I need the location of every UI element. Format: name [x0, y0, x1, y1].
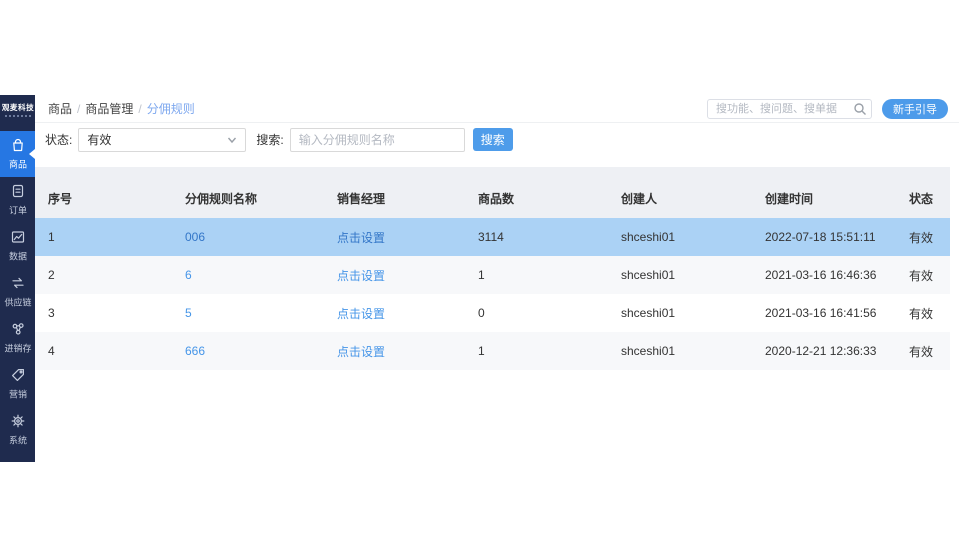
- bag-icon: [10, 137, 26, 153]
- sales-manager-setup-link[interactable]: 点击设置: [337, 305, 478, 322]
- breadcrumb-item[interactable]: 商品: [48, 102, 72, 116]
- table-row[interactable]: 3 5 点击设置 0 shceshi01 2021-03-16 16:41:56…: [35, 294, 950, 332]
- status-badge: 有效: [909, 267, 950, 284]
- logo-tagline: [5, 115, 31, 117]
- cell-created-at: 2022-07-18 15:51:11: [765, 230, 909, 244]
- rule-name-link[interactable]: 5: [185, 306, 337, 320]
- column-header-rule-name: 分佣规则名称: [185, 190, 337, 207]
- table-header-row: 序号 分佣规则名称 销售经理 商品数 创建人 创建时间 状态: [35, 167, 950, 218]
- cell-product-count: 1: [478, 268, 621, 282]
- global-search-input[interactable]: [707, 99, 872, 119]
- sidebar-item-label: 进销存: [4, 341, 31, 355]
- breadcrumb-bar: 商品 / 商品管理 / 分佣规则 新手引导: [35, 95, 959, 123]
- inventory-icon: [10, 321, 26, 337]
- supply-chain-icon: [10, 275, 26, 291]
- column-header-status: 状态: [909, 190, 950, 207]
- sidebar-item-supply-chain[interactable]: 供应链: [0, 269, 35, 315]
- rule-name-link[interactable]: 6: [185, 268, 337, 282]
- sidebar-item-label: 数据: [9, 249, 27, 263]
- sidebar-item-orders[interactable]: 订单: [0, 177, 35, 223]
- status-select[interactable]: 有效: [78, 128, 246, 152]
- cell-index: 1: [48, 230, 185, 244]
- breadcrumb-separator: /: [138, 102, 141, 116]
- table-row[interactable]: 1 006 点击设置 3114 shceshi01 2022-07-18 15:…: [35, 218, 950, 256]
- cell-product-count: 3114: [478, 230, 621, 244]
- sidebar-item-label: 营销: [9, 387, 27, 401]
- cell-creator: shceshi01: [621, 230, 765, 244]
- settings-icon: [10, 413, 26, 429]
- cell-created-at: 2020-12-21 12:36:33: [765, 344, 909, 358]
- chart-icon: [10, 229, 26, 245]
- cell-index: 2: [48, 268, 185, 282]
- rule-search-input[interactable]: [290, 128, 465, 152]
- marketing-icon: [10, 367, 26, 383]
- rule-search-label: 搜索:: [256, 131, 283, 148]
- sidebar-nav: 商品 订单 数据 供应链 进销存 营销: [0, 131, 35, 453]
- breadcrumb-separator: /: [77, 102, 80, 116]
- cell-creator: shceshi01: [621, 306, 765, 320]
- sidebar-item-inventory[interactable]: 进销存: [0, 315, 35, 361]
- rule-name-link[interactable]: 006: [185, 230, 337, 244]
- column-header-created-at: 创建时间: [765, 190, 909, 207]
- cell-creator: shceshi01: [621, 268, 765, 282]
- search-button[interactable]: 搜索: [473, 128, 513, 151]
- global-search: [707, 99, 872, 119]
- column-header-product-count: 商品数: [478, 190, 621, 207]
- sidebar-item-marketing[interactable]: 营销: [0, 361, 35, 407]
- sidebar-item-label: 订单: [9, 203, 27, 217]
- cell-index: 4: [48, 344, 185, 358]
- breadcrumb: 商品 / 商品管理 / 分佣规则: [48, 95, 195, 123]
- cell-created-at: 2021-03-16 16:41:56: [765, 306, 909, 320]
- cell-created-at: 2021-03-16 16:46:36: [765, 268, 909, 282]
- sidebar-item-goods[interactable]: 商品: [0, 131, 35, 177]
- logo: 观麦科技: [0, 95, 35, 123]
- breadcrumb-item-current: 分佣规则: [147, 102, 195, 116]
- cell-index: 3: [48, 306, 185, 320]
- newbie-guide-button[interactable]: 新手引导: [882, 99, 948, 119]
- commission-rules-table: 序号 分佣规则名称 销售经理 商品数 创建人 创建时间 状态 1 006 点击设…: [35, 167, 950, 370]
- status-select-value: 有效: [87, 131, 111, 148]
- cell-creator: shceshi01: [621, 344, 765, 358]
- search-icon[interactable]: [853, 102, 867, 116]
- sidebar: 观麦科技 商品 订单 数据 供应链 进销存: [0, 95, 35, 462]
- sidebar-item-label: 商品: [9, 157, 27, 171]
- table-row[interactable]: 4 666 点击设置 1 shceshi01 2020-12-21 12:36:…: [35, 332, 950, 370]
- breadcrumb-item[interactable]: 商品管理: [85, 102, 133, 116]
- sidebar-item-label: 供应链: [4, 295, 31, 309]
- cell-product-count: 0: [478, 306, 621, 320]
- sales-manager-setup-link[interactable]: 点击设置: [337, 267, 478, 284]
- status-label: 状态:: [45, 131, 72, 148]
- sidebar-item-system[interactable]: 系统: [0, 407, 35, 453]
- status-badge: 有效: [909, 343, 950, 360]
- column-header-sales-manager: 销售经理: [337, 190, 478, 207]
- status-badge: 有效: [909, 305, 950, 322]
- column-header-creator: 创建人: [621, 190, 765, 207]
- filter-bar: 状态: 有效 搜索: 搜索: [35, 123, 959, 156]
- sales-manager-setup-link[interactable]: 点击设置: [337, 229, 478, 246]
- sales-manager-setup-link[interactable]: 点击设置: [337, 343, 478, 360]
- chevron-down-icon: [227, 135, 237, 145]
- sidebar-item-data[interactable]: 数据: [0, 223, 35, 269]
- cell-product-count: 1: [478, 344, 621, 358]
- main-content: 商品 / 商品管理 / 分佣规则 新手引导 状态: 有效 搜索: 搜索 序号 分佣规则名…: [35, 95, 959, 370]
- logo-text: 观麦科技: [1, 102, 33, 112]
- rule-name-link[interactable]: 666: [185, 344, 337, 358]
- column-header-index: 序号: [48, 190, 185, 207]
- sidebar-item-label: 系统: [9, 433, 27, 447]
- order-icon: [10, 183, 26, 199]
- table-row[interactable]: 2 6 点击设置 1 shceshi01 2021-03-16 16:46:36…: [35, 256, 950, 294]
- status-badge: 有效: [909, 229, 950, 246]
- app-canvas: 观麦科技 商品 订单 数据 供应链 进销存: [0, 0, 959, 559]
